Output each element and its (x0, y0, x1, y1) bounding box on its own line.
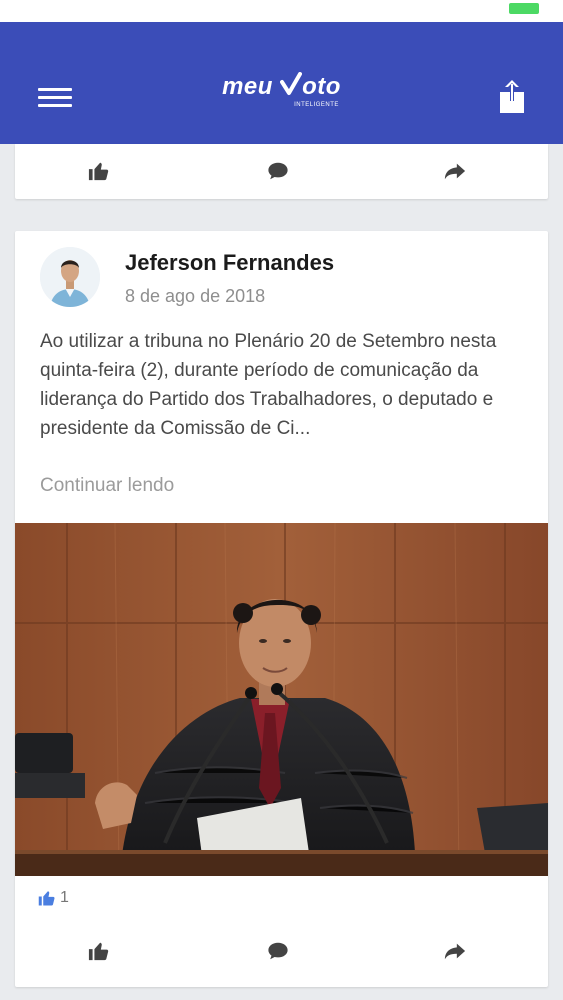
previous-post-card (15, 144, 548, 199)
like-count-icon (38, 891, 55, 906)
post-card: Jeferson Fernandes 8 de ago de 2018 Ao u… (15, 231, 548, 987)
continue-reading-link[interactable]: Continuar lendo (40, 475, 174, 497)
previous-post-actions (15, 146, 548, 196)
logo-subtitle: INTELIGENTE (294, 102, 339, 108)
logo-text-meu: meu (222, 73, 273, 100)
post-text: Ao utilizar a tribuna no Plenário 20 de … (40, 331, 497, 439)
likes-summary[interactable]: 1 (38, 887, 69, 909)
post-photo[interactable] (15, 523, 548, 876)
post-date: 8 de ago de 2018 (125, 286, 266, 306)
likes-count: 1 (60, 889, 69, 906)
share-icon[interactable] (435, 151, 475, 191)
logo-text-voto: oto (302, 73, 341, 100)
logo-check-icon (280, 72, 303, 95)
comment-icon[interactable] (258, 931, 298, 971)
app-header: meu oto INTELIGENTE (0, 22, 563, 144)
like-icon[interactable] (79, 931, 119, 971)
like-icon[interactable] (79, 151, 119, 191)
share-icon[interactable] (435, 931, 475, 971)
share-upload-icon[interactable] (499, 80, 525, 114)
comment-icon[interactable] (258, 151, 298, 191)
author-avatar[interactable] (40, 247, 100, 307)
post-actions (15, 926, 548, 976)
battery-icon (509, 3, 539, 14)
status-bar (0, 0, 563, 22)
app-logo: meu oto INTELIGENTE (0, 72, 563, 112)
author-name[interactable]: Jeferson Fernandes (125, 250, 334, 276)
